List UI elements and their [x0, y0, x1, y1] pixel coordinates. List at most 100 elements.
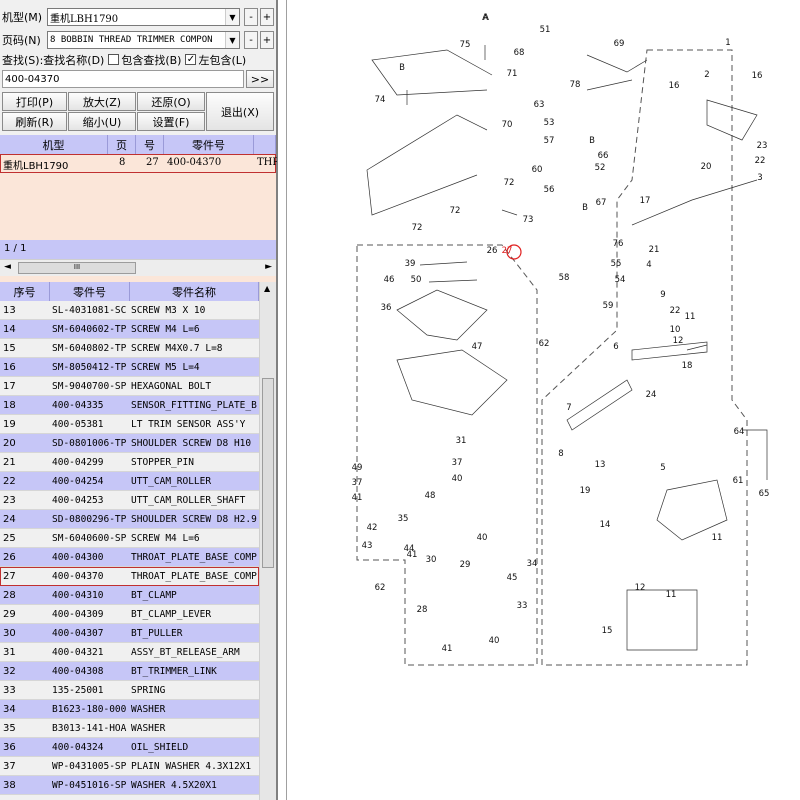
part-label[interactable]: 3	[757, 173, 762, 183]
part-label[interactable]: 22	[670, 306, 681, 316]
restore-button[interactable]: 还原(O)	[137, 92, 205, 111]
page-minus-button[interactable]: -	[244, 31, 258, 49]
include-search-checkbox[interactable]: 包含查找(B)	[108, 52, 181, 68]
part-label[interactable]: 58	[559, 273, 570, 283]
part-label[interactable]: 49	[352, 463, 363, 473]
part-label[interactable]: 37	[352, 478, 363, 488]
parts-vscrollbar[interactable]: ▲	[259, 282, 276, 800]
zoom-out-button[interactable]: 缩小(U)	[68, 112, 136, 131]
checkmark-icon[interactable]: ✓	[185, 54, 197, 65]
search-value[interactable]: 400-04370	[3, 74, 243, 85]
part-label[interactable]: 78	[570, 80, 581, 90]
table-row[interactable]: 35 B3013-141-HOA WASHER	[0, 719, 259, 738]
part-label[interactable]: 14	[600, 520, 611, 530]
part-label[interactable]: 70	[502, 120, 513, 130]
table-row[interactable]: 30 400-04307 BT_PULLER	[0, 624, 259, 643]
part-label[interactable]: 72	[504, 178, 515, 188]
part-label[interactable]: 9	[660, 290, 665, 300]
part-label[interactable]: 1	[725, 38, 730, 48]
part-label[interactable]: 21	[649, 245, 660, 255]
part-label[interactable]: 15	[602, 626, 613, 636]
part-label[interactable]: 36	[381, 303, 392, 313]
part-label[interactable]: 40	[489, 636, 500, 646]
result-hscrollbar[interactable]: ◄ III ►	[0, 259, 276, 276]
part-label[interactable]: 17	[640, 196, 651, 206]
part-label[interactable]: 41	[352, 493, 363, 503]
part-label[interactable]: 22	[755, 156, 766, 166]
table-row[interactable]: 27 400-04370 THROAT_PLATE_BASE_COMP	[0, 567, 259, 586]
exit-button[interactable]: 退出(X)	[206, 92, 274, 131]
part-label[interactable]: 16	[669, 81, 680, 91]
part-label[interactable]: 57	[544, 136, 555, 146]
part-label[interactable]: 31	[456, 436, 467, 446]
print-button[interactable]: 打印(P)	[2, 92, 67, 111]
part-label[interactable]: 68	[514, 48, 525, 58]
part-label[interactable]: 63	[534, 100, 545, 110]
table-row[interactable]: 23 400-04253 UTT_CAM_ROLLER_SHAFT	[0, 491, 259, 510]
part-label[interactable]: 52	[595, 163, 606, 173]
part-label[interactable]: 60	[532, 165, 543, 175]
part-label[interactable]: 7	[566, 403, 571, 413]
part-label[interactable]: 33	[517, 601, 528, 611]
part-label[interactable]: 26	[487, 246, 498, 256]
part-label[interactable]: B	[399, 63, 405, 73]
dropdown-arrow-icon[interactable]: ▼	[225, 9, 239, 25]
hscroll-thumb[interactable]: III	[18, 262, 136, 274]
part-label[interactable]: 37	[452, 458, 463, 468]
table-row[interactable]: 26 400-04300 THROAT_PLATE_BASE_COMP	[0, 548, 259, 567]
table-row[interactable]: 15 SM-6040802-TP SCREW M4X0.7 L=8	[0, 339, 259, 358]
part-label[interactable]: 28	[417, 605, 428, 615]
table-row[interactable]: 21 400-04299 STOPPER_PIN	[0, 453, 259, 472]
table-row[interactable]: 20 SD-0801006-TP SHOULDER SCREW D8 H10	[0, 434, 259, 453]
table-row[interactable]: 37 WP-0431005-SP PLAIN WASHER 4.3X12X1	[0, 757, 259, 776]
model-plus-button[interactable]: +	[260, 8, 274, 26]
part-label[interactable]: 75	[460, 40, 471, 50]
part-label[interactable]: 35	[398, 514, 409, 524]
part-label[interactable]: B	[582, 203, 588, 213]
table-row[interactable]: 29 400-04309 BT_CLAMP_LEVER	[0, 605, 259, 624]
part-label[interactable]: 65	[759, 489, 770, 499]
page-plus-button[interactable]: +	[260, 31, 274, 49]
part-label[interactable]: 11	[712, 533, 723, 543]
table-row[interactable]: 28 400-04310 BT_CLAMP	[0, 586, 259, 605]
scroll-right-icon[interactable]: ►	[265, 262, 272, 272]
part-label[interactable]: 72	[450, 206, 461, 216]
part-label[interactable]: 44	[404, 544, 415, 554]
part-label[interactable]: 55	[611, 259, 622, 269]
model-minus-button[interactable]: -	[244, 8, 258, 26]
model-select[interactable]: 重机LBH1790 ▼	[47, 8, 240, 26]
table-row[interactable]: 33 135-25001 SPRING	[0, 681, 259, 700]
part-label[interactable]: 50	[411, 275, 422, 285]
part-label[interactable]: 30	[426, 555, 437, 565]
part-label[interactable]: 8	[558, 449, 563, 459]
search-name-label[interactable]: 查找名称(D)	[43, 52, 104, 68]
table-row[interactable]: 36 400-04324 OIL_SHIELD	[0, 738, 259, 757]
part-label[interactable]: 72	[412, 223, 423, 233]
part-label[interactable]: 13	[595, 460, 606, 470]
part-label[interactable]: 4	[646, 260, 651, 270]
part-label[interactable]: 11	[685, 312, 696, 322]
part-label[interactable]: 24	[646, 390, 657, 400]
table-row[interactable]: 38 WP-0451016-SP WASHER 4.5X20X1	[0, 776, 259, 795]
table-row[interactable]: 34 B1623-180-000 WASHER	[0, 700, 259, 719]
part-label[interactable]: 67	[596, 198, 607, 208]
part-label[interactable]: 61	[733, 476, 744, 486]
dropdown-arrow-icon[interactable]: ▼	[225, 32, 239, 48]
table-row[interactable]: 24 SD-0800296-TP SHOULDER SCREW D8 H2.9	[0, 510, 259, 529]
part-label[interactable]: 40	[477, 533, 488, 543]
table-row[interactable]: 32 400-04308 BT_TRIMMER_LINK	[0, 662, 259, 681]
scroll-left-icon[interactable]: ◄	[4, 262, 11, 272]
part-label[interactable]: 29	[460, 560, 471, 570]
part-label[interactable]: 41	[442, 644, 453, 654]
include-search-box[interactable]	[108, 54, 120, 65]
part-label[interactable]: 46	[384, 275, 395, 285]
part-label[interactable]: 56	[544, 185, 555, 195]
settings-button[interactable]: 设置(F)	[137, 112, 205, 131]
part-label[interactable]: 10	[670, 325, 681, 335]
table-row[interactable]: 22 400-04254 UTT_CAM_ROLLER	[0, 472, 259, 491]
table-row[interactable]: 17 SM-9040700-SP HEXAGONAL BOLT	[0, 377, 259, 396]
part-label[interactable]: 62	[539, 339, 550, 349]
part-label[interactable]: 48	[425, 491, 436, 501]
part-label[interactable]: 74	[375, 95, 386, 105]
part-label[interactable]: 59	[603, 301, 614, 311]
